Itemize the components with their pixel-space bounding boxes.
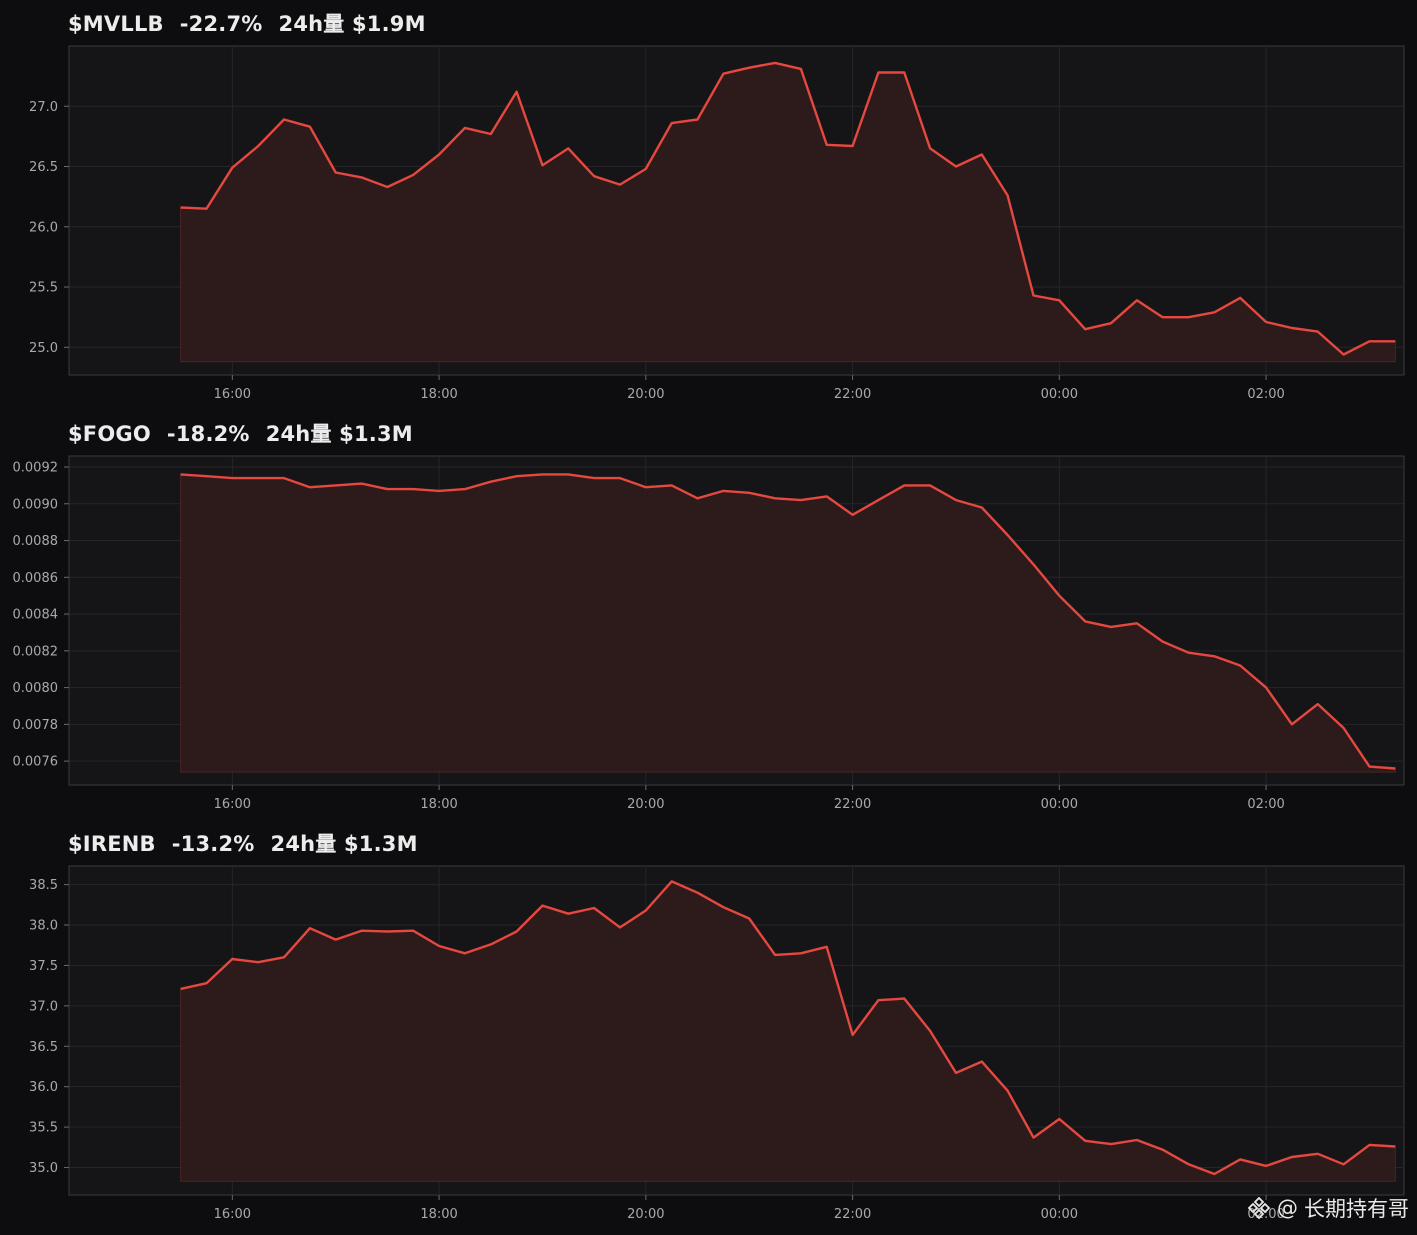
chart-panel-fogo: $FOGO -18.2% 24h量 $1.3M 16:00 18:00 20:00 22:… xyxy=(0,410,1417,820)
x-tick-label: 02:00 xyxy=(1247,797,1284,812)
y-tick-label: 35.0 xyxy=(29,1161,58,1176)
x-tick-label: 20:00 xyxy=(627,797,664,812)
x-tick-label: 02:00 xyxy=(1247,387,1284,402)
y-tick-label: 37.0 xyxy=(29,999,58,1014)
y-tick-label: 36.0 xyxy=(29,1080,58,1095)
y-tick-label: 26.0 xyxy=(29,220,58,235)
chart-panel-irenb: $IRENB -13.2% 24h量 $1.3M 16:00 18:00 20:00 22… xyxy=(0,820,1417,1230)
binance-logo-icon xyxy=(1247,1196,1271,1220)
y-tick-label: 0.0092 xyxy=(13,461,59,476)
y-tick-label: 0.0084 xyxy=(13,608,59,623)
y-tick-label: 25.0 xyxy=(29,341,58,356)
y-tick-label: 38.5 xyxy=(29,878,58,893)
y-tick-label: 27.0 xyxy=(29,100,58,115)
price-chart: 16:00 18:00 20:00 22:00 00:00 02:00 0.0076 0.00… xyxy=(13,455,1405,812)
x-tick-label: 00:00 xyxy=(1041,1207,1078,1222)
y-tick-label: 26.5 xyxy=(29,160,58,175)
x-tick-label: 18:00 xyxy=(420,387,457,402)
x-tick-label: 22:00 xyxy=(834,797,871,812)
price-chart: 16:00 18:00 20:00 22:00 00:00 02:0035.035.536… xyxy=(29,865,1405,1222)
y-tick-label: 0.0090 xyxy=(13,497,59,512)
watermark: @ 长期持有哥 xyxy=(1247,1193,1409,1223)
watermark-name: 长期持有哥 xyxy=(1304,1197,1409,1221)
x-tick-label: 00:00 xyxy=(1041,797,1078,812)
chart-panel-mvllb: $MVLLB -22.7% 24h量 $1.9M 16:00 18:00 20:00 22… xyxy=(0,0,1417,410)
x-tick-label: 18:00 xyxy=(420,797,457,812)
price-chart: 16:00 18:00 20:00 22:00 00:00 02:00 25.0 25.5 26… xyxy=(29,45,1405,402)
y-tick-label: 0.0082 xyxy=(13,644,59,659)
y-tick-label: 35.5 xyxy=(29,1121,58,1136)
x-tick-label: 18:00 xyxy=(420,1207,457,1222)
y-tick-label: 0.0076 xyxy=(13,755,59,770)
x-tick-label: 22:00 xyxy=(834,387,871,402)
y-tick-label: 37.5 xyxy=(29,959,58,974)
y-tick-label: 0.0088 xyxy=(13,534,59,549)
x-tick-label: 16:00 xyxy=(214,797,251,812)
y-tick-label: 0.0078 xyxy=(13,718,59,733)
x-tick-label: 00:00 xyxy=(1041,387,1078,402)
x-tick-label: 16:00 xyxy=(214,1207,251,1222)
watermark-at: @ xyxy=(1277,1196,1298,1220)
y-tick-label: 0.0080 xyxy=(13,681,59,696)
x-tick-label: 22:00 xyxy=(834,1207,871,1222)
x-tick-label: 20:00 xyxy=(627,1207,664,1222)
x-tick-label: 20:00 xyxy=(627,387,664,402)
y-tick-label: 36.5 xyxy=(29,1040,58,1055)
y-tick-label: 38.0 xyxy=(29,919,58,934)
y-tick-label: 25.5 xyxy=(29,281,58,296)
y-tick-label: 0.0086 xyxy=(13,571,59,586)
x-tick-label: 16:00 xyxy=(214,387,251,402)
